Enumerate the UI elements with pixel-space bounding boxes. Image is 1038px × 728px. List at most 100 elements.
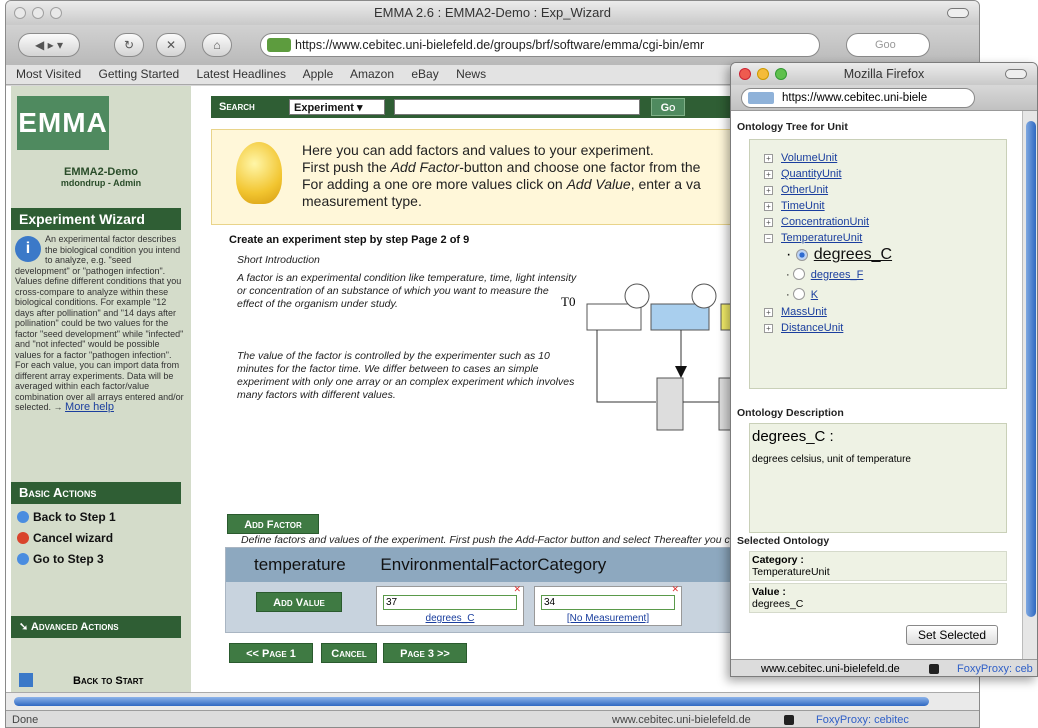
- search-engine-box[interactable]: Goo: [846, 33, 930, 57]
- lock-icon: [784, 715, 794, 725]
- bookmark-news[interactable]: News: [456, 67, 486, 81]
- value-input[interactable]: [383, 595, 517, 610]
- connector-line: [596, 330, 656, 403]
- search-input[interactable]: [394, 99, 640, 115]
- expand-icon[interactable]: +: [764, 154, 773, 163]
- bookmark-most-visited[interactable]: Most Visited: [16, 67, 81, 81]
- address-bar[interactable]: https://www.cebitec.uni-bielefeld.de/gro…: [260, 33, 820, 57]
- add-factor-button[interactable]: Add Factor: [227, 514, 319, 534]
- unit-option-degrees-f[interactable]: · degrees_F: [786, 268, 863, 281]
- remove-value-icon[interactable]: ✕: [513, 584, 521, 595]
- popup-close-button[interactable]: [739, 68, 751, 80]
- status-host: www.cebitec.uni-bielefeld.de: [612, 714, 751, 726]
- tree-node[interactable]: + TimeUnit: [764, 200, 825, 212]
- horizontal-scrollbar[interactable]: [6, 692, 979, 710]
- expand-icon[interactable]: +: [764, 170, 773, 179]
- close-window-button[interactable]: [14, 7, 26, 19]
- value-input[interactable]: [541, 595, 675, 610]
- minimize-window-button[interactable]: [32, 7, 44, 19]
- collapse-icon[interactable]: −: [764, 234, 773, 243]
- next-page-button[interactable]: Page 3 >>: [383, 643, 467, 663]
- measurement-link[interactable]: degrees_C: [377, 613, 523, 624]
- popup-minimize-button[interactable]: [757, 68, 769, 80]
- bookmark-latest-headlines[interactable]: Latest Headlines: [197, 67, 286, 81]
- add-value-button[interactable]: Add Value: [256, 592, 342, 612]
- toolbar-toggle-button[interactable]: [947, 8, 969, 18]
- unit-option-label[interactable]: degrees_C: [814, 246, 892, 263]
- popup-scrollbar-thumb[interactable]: [1026, 121, 1036, 617]
- unit-option-label[interactable]: K: [811, 289, 818, 301]
- unit-option-label[interactable]: degrees_F: [811, 269, 864, 281]
- radio-selected-icon[interactable]: [795, 249, 808, 261]
- bookmark-amazon[interactable]: Amazon: [350, 67, 394, 81]
- tree-node[interactable]: + OtherUnit: [764, 184, 828, 196]
- cancel-button[interactable]: Cancel: [321, 643, 377, 663]
- more-help-link[interactable]: More help: [65, 401, 114, 413]
- advanced-actions-heading[interactable]: ➘ Advanced Actions: [11, 616, 181, 638]
- radio-icon[interactable]: [792, 288, 805, 300]
- popup-zoom-button[interactable]: [775, 68, 787, 80]
- intro-heading: Short Introduction: [237, 254, 320, 266]
- tree-node[interactable]: + MassUnit: [764, 306, 827, 318]
- forward-icon[interactable]: ▾: [57, 38, 63, 52]
- foxyproxy-status[interactable]: FoxyProxy: cebitec: [816, 711, 909, 727]
- popup-toolbar-toggle[interactable]: [1005, 69, 1027, 79]
- expand-icon[interactable]: +: [764, 202, 773, 211]
- tree-node[interactable]: + DistanceUnit: [764, 322, 843, 334]
- unit-option-degrees-c[interactable]: · degrees_C: [786, 246, 892, 264]
- bookmark-apple[interactable]: Apple: [303, 67, 334, 81]
- search-type-select[interactable]: Experiment ▾: [289, 99, 385, 115]
- tree-node-label[interactable]: VolumeUnit: [781, 152, 837, 164]
- reload-button[interactable]: ↻: [114, 33, 144, 57]
- measurement-link[interactable]: [No Measurement]: [535, 613, 681, 624]
- ontology-panel: Ontology Tree for Unit + VolumeUnit + Quan…: [731, 111, 1023, 659]
- remove-value-icon[interactable]: ✕: [671, 584, 679, 595]
- tree-node-label[interactable]: DistanceUnit: [781, 322, 843, 334]
- description-heading: Ontology Description: [737, 407, 844, 419]
- radio-icon[interactable]: [792, 268, 805, 280]
- tree-node-expanded[interactable]: − TemperatureUnit: [764, 232, 862, 244]
- back-forward-buttons[interactable]: ◀ ▸ ▾: [18, 33, 80, 57]
- go-to-step-3-action[interactable]: Go to Step 3: [17, 552, 104, 566]
- back-icon[interactable]: ◀: [35, 38, 44, 52]
- zoom-window-button[interactable]: [50, 7, 62, 19]
- tree-node-label[interactable]: TimeUnit: [781, 200, 825, 212]
- tree-node-label[interactable]: OtherUnit: [781, 184, 828, 196]
- tree-node-label[interactable]: MassUnit: [781, 306, 827, 318]
- back-to-start-link[interactable]: Back to Start: [11, 671, 191, 692]
- emma-logo[interactable]: EMMA: [17, 96, 109, 150]
- expand-icon[interactable]: +: [764, 186, 773, 195]
- tree-node[interactable]: + VolumeUnit: [764, 152, 837, 164]
- stop-button[interactable]: ✕: [156, 33, 186, 57]
- tree-node[interactable]: + QuantityUnit: [764, 168, 842, 180]
- expand-icon[interactable]: +: [764, 218, 773, 227]
- hint-text-part: , enter a va: [630, 176, 701, 192]
- search-bar: Search Experiment ▾ Go: [211, 96, 731, 118]
- title-bar: EMMA 2.6 : EMMA2-Demo : Exp_Wizard: [6, 1, 979, 25]
- tree-node-label[interactable]: QuantityUnit: [781, 168, 842, 180]
- search-type-value: Experiment: [294, 102, 354, 114]
- expand-icon[interactable]: +: [764, 308, 773, 317]
- unit-option-k[interactable]: · K: [786, 288, 818, 301]
- back-to-step-1-action[interactable]: Back to Step 1: [17, 510, 116, 524]
- scrollbar-thumb[interactable]: [14, 697, 929, 706]
- previous-page-button[interactable]: << Page 1: [229, 643, 313, 663]
- popup-status-bar: www.cebitec.uni-bielefeld.de FoxyProxy: …: [731, 659, 1037, 676]
- tree-node-label[interactable]: TemperatureUnit: [781, 232, 862, 244]
- tree-node[interactable]: + ConcentrationUnit: [764, 216, 869, 228]
- popup-address-bar[interactable]: https://www.cebitec.uni-biele: [741, 88, 975, 108]
- cancel-wizard-action[interactable]: Cancel wizard: [17, 531, 113, 545]
- basic-actions-heading: Basic Actions: [11, 482, 181, 504]
- site-identity-icon[interactable]: [267, 38, 291, 52]
- popup-foxyproxy-status[interactable]: FoxyProxy: ceb: [957, 660, 1033, 676]
- bookmark-getting-started[interactable]: Getting Started: [98, 67, 179, 81]
- window-title: EMMA 2.6 : EMMA2-Demo : Exp_Wizard: [374, 5, 611, 20]
- home-button[interactable]: ⌂: [202, 33, 232, 57]
- popup-vertical-scrollbar[interactable]: [1023, 111, 1037, 659]
- site-identity-icon[interactable]: [748, 92, 774, 104]
- expand-icon[interactable]: +: [764, 324, 773, 333]
- search-go-button[interactable]: Go: [651, 98, 685, 116]
- set-selected-button[interactable]: Set Selected: [906, 625, 998, 645]
- tree-node-label[interactable]: ConcentrationUnit: [781, 216, 869, 228]
- bookmark-ebay[interactable]: eBay: [411, 67, 438, 81]
